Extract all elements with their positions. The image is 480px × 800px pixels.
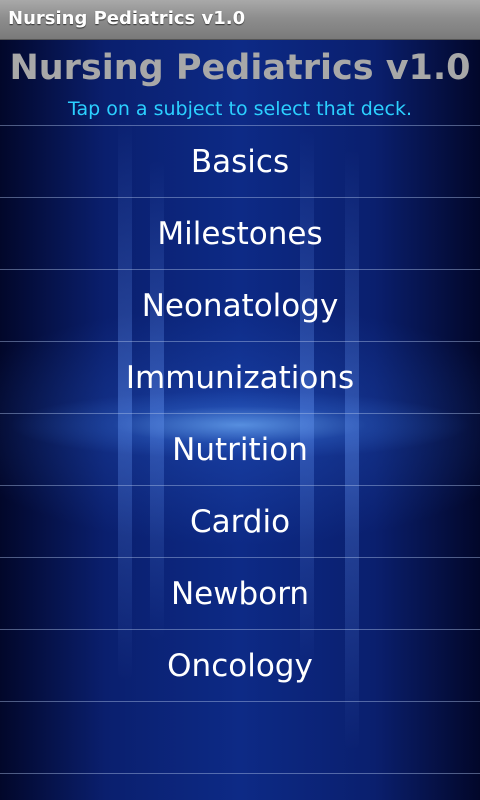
deck-label: Oncology [167, 647, 313, 684]
deck-item-immunizations[interactable]: Immunizations [0, 342, 480, 414]
main-content[interactable]: Nursing Pediatrics v1.0 Tap on a subject… [0, 40, 480, 800]
deck-label: Basics [190, 143, 290, 180]
deck-item-milestones[interactable]: Milestones [0, 198, 480, 270]
deck-label: Neonatology [141, 287, 339, 324]
deck-list: Basics Milestones Neonatology Immunizati… [0, 125, 480, 774]
deck-item-nutrition[interactable]: Nutrition [0, 414, 480, 486]
deck-label: Cardio [189, 503, 291, 540]
deck-item-neonatology[interactable]: Neonatology [0, 270, 480, 342]
deck-item-empty[interactable] [0, 702, 480, 774]
deck-label: Milestones [157, 215, 323, 252]
deck-item-oncology[interactable]: Oncology [0, 630, 480, 702]
deck-label: Immunizations [125, 359, 355, 396]
deck-item-cardio[interactable]: Cardio [0, 486, 480, 558]
deck-item-newborn[interactable]: Newborn [0, 558, 480, 630]
screen: Nursing Pediatrics v1.0 Nursing Pediatri… [0, 0, 480, 800]
instruction-text: Tap on a subject to select that deck. [68, 98, 412, 120]
page-title: Nursing Pediatrics v1.0 [9, 48, 471, 88]
title-bar: Nursing Pediatrics v1.0 [0, 0, 480, 40]
deck-label: Nutrition [172, 431, 308, 468]
deck-label: Newborn [170, 575, 310, 612]
deck-item-basics[interactable]: Basics [0, 126, 480, 198]
window-title: Nursing Pediatrics v1.0 [8, 8, 246, 29]
